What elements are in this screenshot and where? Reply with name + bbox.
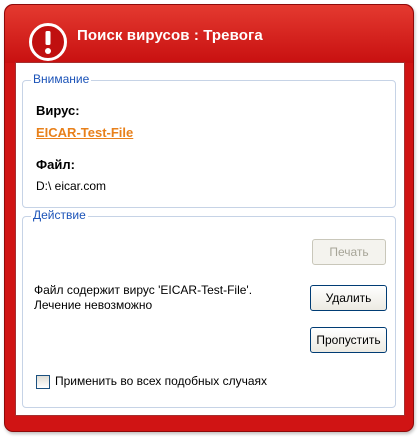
print-button[interactable]: Печать: [312, 239, 386, 265]
alert-exclamation-icon: [29, 23, 67, 61]
status-message: Файл содержит вирус 'EICAR-Test-File'. Л…: [34, 283, 253, 312]
virus-name-link[interactable]: EICAR-Test-File: [36, 125, 133, 140]
alert-window: Поиск вирусов : Тревога Внимание Вирус: …: [4, 4, 414, 432]
file-label: Файл:: [36, 157, 75, 172]
title-bar[interactable]: Поиск вирусов : Тревога: [5, 5, 413, 63]
skip-button[interactable]: Пропустить: [310, 327, 387, 353]
dialog-content: Внимание Вирус: EICAR-Test-File Файл: D:…: [15, 62, 405, 416]
action-group-legend: Действие: [31, 208, 88, 222]
apply-all-checkbox[interactable]: [36, 375, 50, 389]
delete-button[interactable]: Удалить: [310, 285, 387, 311]
apply-all-label[interactable]: Применить во всех подобных случаях: [55, 374, 267, 388]
window-title: Поиск вирусов : Тревога: [77, 27, 263, 44]
virus-label: Вирус:: [36, 103, 80, 118]
action-group: Действие Печать Файл содержит вирус 'EIC…: [22, 208, 396, 408]
file-path: D:\ eicar.com: [36, 179, 107, 193]
warning-group: Внимание Вирус: EICAR-Test-File Файл: D:…: [22, 72, 396, 208]
warning-group-legend: Внимание: [31, 72, 92, 86]
